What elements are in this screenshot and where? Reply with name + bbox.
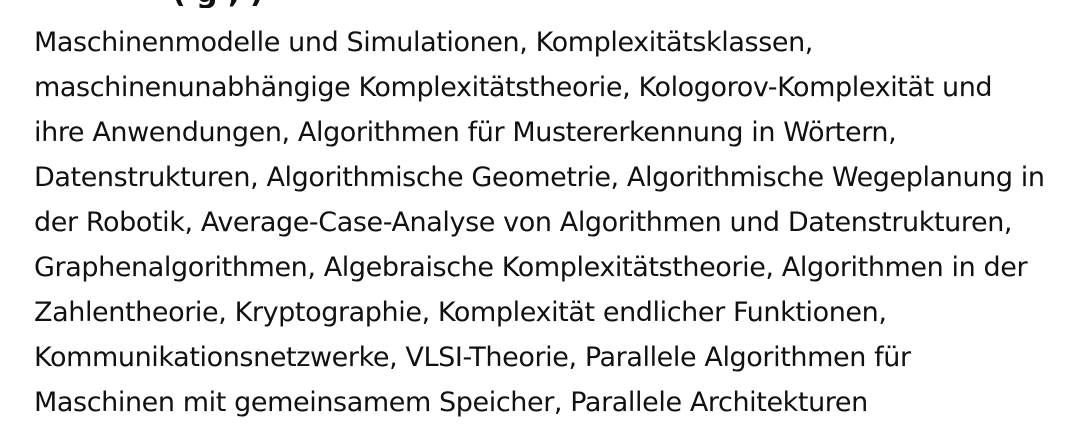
text-line: der Robotik, Average-Case-Analyse von Al… [34, 207, 1013, 238]
text-line: Graphenalgorithmen, Algebraische Komplex… [34, 252, 1028, 283]
topic-list-paragraph: Maschinenmodelle und Simulationen, Kompl… [34, 20, 1084, 425]
text-line: Kommunikationsnetzwerke, VLSI-Theorie, P… [34, 342, 911, 373]
text-line: Maschinen mit gemeinsamem Speicher, Para… [34, 387, 868, 418]
text-line: Maschinenmodelle und Simulationen, Kompl… [34, 27, 813, 58]
text-line: Zahlentheorie, Kryptographie, Komplexitä… [34, 297, 887, 328]
cropped-heading-glyphs: ( g , ) [172, 0, 732, 8]
text-line: Datenstrukturen, Algorithmische Geometri… [34, 162, 1045, 193]
document-page: ( g , ) Maschinenmodelle und Simulatione… [0, 0, 1087, 443]
text-line: ihre Anwendungen, Algorithmen für Muster… [34, 117, 897, 148]
text-line: maschinenunabhängige Komplexitätstheorie… [34, 72, 993, 103]
cropped-heading: ( g , ) [172, 0, 732, 8]
